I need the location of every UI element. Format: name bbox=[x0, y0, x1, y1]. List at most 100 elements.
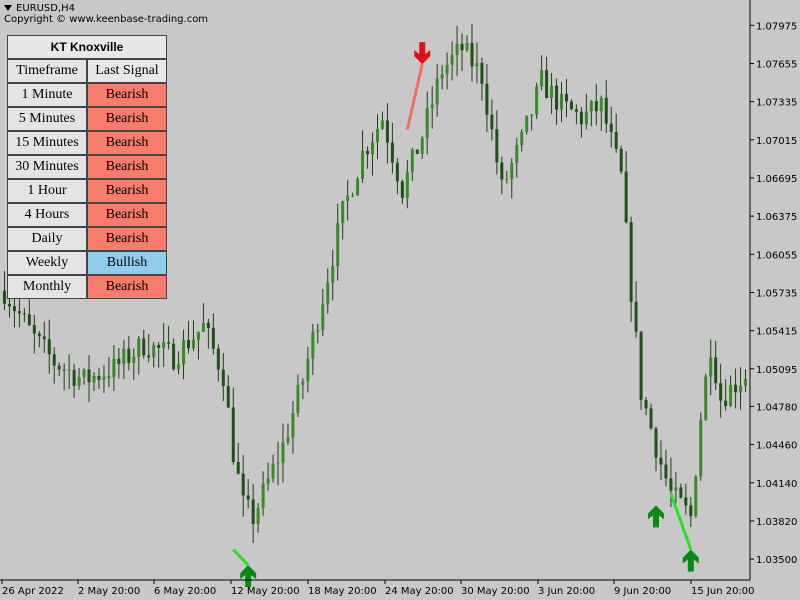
price-tick-label: 1.07975 bbox=[756, 21, 797, 32]
signals-layer bbox=[232, 42, 699, 588]
candle-body bbox=[32, 325, 36, 334]
candle-body bbox=[550, 85, 554, 98]
candle-body bbox=[734, 384, 738, 393]
price-tick-label: 1.03820 bbox=[756, 517, 797, 528]
candle-body bbox=[709, 357, 713, 377]
candle-body bbox=[72, 369, 76, 386]
candle-body bbox=[221, 369, 225, 386]
candle-body bbox=[584, 111, 588, 125]
candle-body bbox=[92, 375, 96, 383]
candle-body bbox=[495, 129, 499, 163]
candle-body bbox=[500, 162, 504, 180]
copyright-text: Copyright © www.keenbase-trading.com bbox=[4, 14, 209, 25]
candle-body bbox=[2, 290, 6, 304]
time-tick-label: 18 May 20:00 bbox=[308, 586, 377, 597]
panel-row: 1 Hour Bearish bbox=[7, 179, 167, 203]
col-header-signal: Last Signal bbox=[87, 59, 167, 83]
candle-body bbox=[162, 342, 166, 348]
candle-body bbox=[555, 85, 559, 110]
candle-body bbox=[291, 413, 295, 438]
candle-body bbox=[196, 331, 200, 340]
candle-body bbox=[425, 108, 429, 138]
candle-body bbox=[664, 464, 668, 479]
candle-body bbox=[460, 43, 464, 51]
candle-body bbox=[206, 322, 210, 328]
panel-title: KT Knoxville bbox=[7, 35, 167, 59]
candle-body bbox=[271, 463, 275, 479]
price-tick-label: 1.03500 bbox=[756, 555, 797, 566]
candle-body bbox=[689, 505, 693, 517]
buy-arrow-icon bbox=[240, 565, 257, 588]
timeframe-cell: 5 Minutes bbox=[7, 107, 87, 131]
candle-body bbox=[306, 358, 310, 382]
sell-arrow-icon bbox=[414, 42, 431, 65]
candle-body bbox=[152, 344, 156, 358]
candle-body bbox=[361, 150, 365, 179]
dropdown-triangle-icon[interactable] bbox=[4, 5, 12, 11]
candle-body bbox=[390, 142, 394, 163]
time-tick-label: 9 Jun 20:00 bbox=[614, 586, 671, 597]
candle-body bbox=[639, 331, 643, 401]
time-tick-label: 26 Apr 2022 bbox=[2, 586, 64, 597]
time-tick-label: 24 May 20:00 bbox=[385, 586, 454, 597]
candle-body bbox=[67, 369, 71, 371]
candle-body bbox=[674, 487, 678, 491]
signal-cell-bearish: Bearish bbox=[87, 203, 167, 227]
candle-body bbox=[400, 181, 404, 198]
price-tick-label: 1.05735 bbox=[756, 289, 797, 300]
candle-body bbox=[102, 376, 106, 380]
price-tick-label: 1.04140 bbox=[756, 479, 797, 490]
candle-body bbox=[410, 149, 414, 173]
time-tick-label: 3 Jun 20:00 bbox=[538, 586, 595, 597]
candle-body bbox=[97, 375, 101, 380]
signal-cell-bearish: Bearish bbox=[87, 179, 167, 203]
candle-body bbox=[525, 115, 529, 132]
price-tick-label: 1.06055 bbox=[756, 250, 797, 261]
candle-body bbox=[560, 93, 563, 110]
candle-body bbox=[470, 42, 474, 67]
panel-row: Weekly Bullish bbox=[7, 251, 167, 275]
candle-body bbox=[281, 442, 285, 463]
candle-body bbox=[649, 408, 653, 429]
candle-body bbox=[132, 356, 136, 363]
candle-body bbox=[7, 303, 11, 307]
candle-body bbox=[326, 282, 330, 305]
candle-body bbox=[296, 384, 300, 414]
chart-title[interactable]: EURUSD,H4 bbox=[4, 3, 75, 14]
timeframe-cell: 4 Hours bbox=[7, 203, 87, 227]
candle-body bbox=[505, 179, 509, 181]
timeframe-cell: 30 Minutes bbox=[7, 155, 87, 179]
candle-body bbox=[236, 461, 240, 474]
timeframe-cell: 1 Minute bbox=[7, 83, 87, 107]
candle-body bbox=[739, 385, 743, 393]
candle-body bbox=[589, 101, 593, 112]
panel-row: Daily Bearish bbox=[7, 227, 167, 251]
price-tick-label: 1.07015 bbox=[756, 136, 797, 147]
price-tick-label: 1.06375 bbox=[756, 212, 797, 223]
candle-body bbox=[564, 93, 568, 102]
timeframe-cell: Weekly bbox=[7, 251, 87, 275]
candle-body bbox=[540, 70, 544, 87]
candle-body bbox=[520, 131, 524, 146]
candle-body bbox=[430, 104, 434, 109]
candle-body bbox=[659, 457, 663, 465]
candle-body bbox=[191, 339, 195, 349]
candle-body bbox=[624, 171, 628, 223]
candle-body bbox=[450, 54, 454, 65]
time-tick-label: 2 May 20:00 bbox=[78, 586, 140, 597]
candle-body bbox=[311, 331, 315, 359]
candle-body bbox=[724, 400, 728, 407]
candle-body bbox=[579, 111, 583, 125]
candle-body bbox=[246, 495, 250, 500]
candle-body bbox=[535, 86, 539, 115]
candle-body bbox=[17, 311, 21, 314]
candle-body bbox=[415, 149, 419, 154]
signal-cell-bearish: Bearish bbox=[87, 227, 167, 251]
candle-body bbox=[366, 150, 370, 155]
panel-row: 5 Minutes Bearish bbox=[7, 107, 167, 131]
candle-body bbox=[276, 462, 280, 464]
candle-body bbox=[182, 340, 186, 365]
candle-body bbox=[405, 172, 409, 198]
price-tick-label: 1.05415 bbox=[756, 327, 797, 338]
candle-body bbox=[684, 497, 688, 506]
